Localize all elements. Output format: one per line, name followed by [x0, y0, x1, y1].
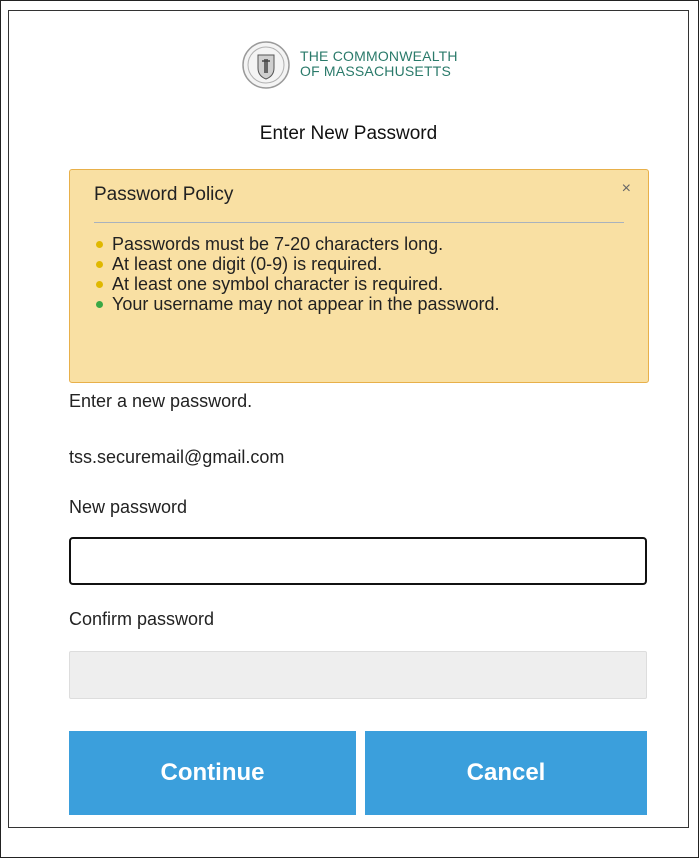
policy-rule-text: At least one digit (0-9) is required. — [112, 254, 383, 274]
password-policy-panel: Password Policy × Passwords must be 7-20… — [69, 169, 649, 383]
confirm-password-input[interactable] — [69, 651, 647, 699]
header: THE COMMONWEALTH OF MASSACHUSETTS — [9, 41, 688, 101]
username-display: tss.securemail@gmail.com — [69, 447, 285, 467]
warning-dot-icon — [96, 261, 103, 268]
password-dialog: THE COMMONWEALTH OF MASSACHUSETTS Enter … — [8, 10, 689, 828]
policy-rule-length: Passwords must be 7-20 characters long. — [94, 234, 594, 254]
policy-heading: Password Policy — [94, 184, 234, 205]
policy-rule-username: Your username may not appear in the pass… — [94, 294, 594, 314]
confirm-password-label: Confirm password — [69, 609, 215, 629]
policy-rule-symbol: At least one symbol character is require… — [94, 274, 594, 294]
close-icon[interactable]: × — [622, 180, 631, 198]
continue-button[interactable]: Continue — [69, 731, 356, 815]
instruction-text: Enter a new password. — [69, 391, 253, 411]
cancel-button[interactable]: Cancel — [365, 731, 647, 815]
warning-dot-icon — [96, 241, 103, 248]
page-title: Enter New Password — [259, 123, 438, 144]
policy-divider — [94, 222, 624, 223]
policy-rules-list: Passwords must be 7-20 characters long. … — [94, 234, 594, 314]
policy-rule-text: Passwords must be 7-20 characters long. — [112, 234, 444, 254]
org-name-line2: OF MASSACHUSETTS — [300, 63, 451, 79]
policy-rule-text: At least one symbol character is require… — [112, 274, 444, 294]
massachusetts-seal-icon — [242, 41, 290, 89]
org-name-line1: THE COMMONWEALTH — [300, 48, 458, 64]
policy-rule-text: Your username may not appear in the pass… — [112, 294, 500, 314]
new-password-input[interactable] — [69, 537, 647, 585]
warning-dot-icon — [96, 281, 103, 288]
organization-name: THE COMMONWEALTH OF MASSACHUSETTS — [300, 49, 458, 79]
policy-rule-digit: At least one digit (0-9) is required. — [94, 254, 594, 274]
new-password-label: New password — [69, 497, 188, 517]
check-dot-icon — [96, 301, 103, 308]
